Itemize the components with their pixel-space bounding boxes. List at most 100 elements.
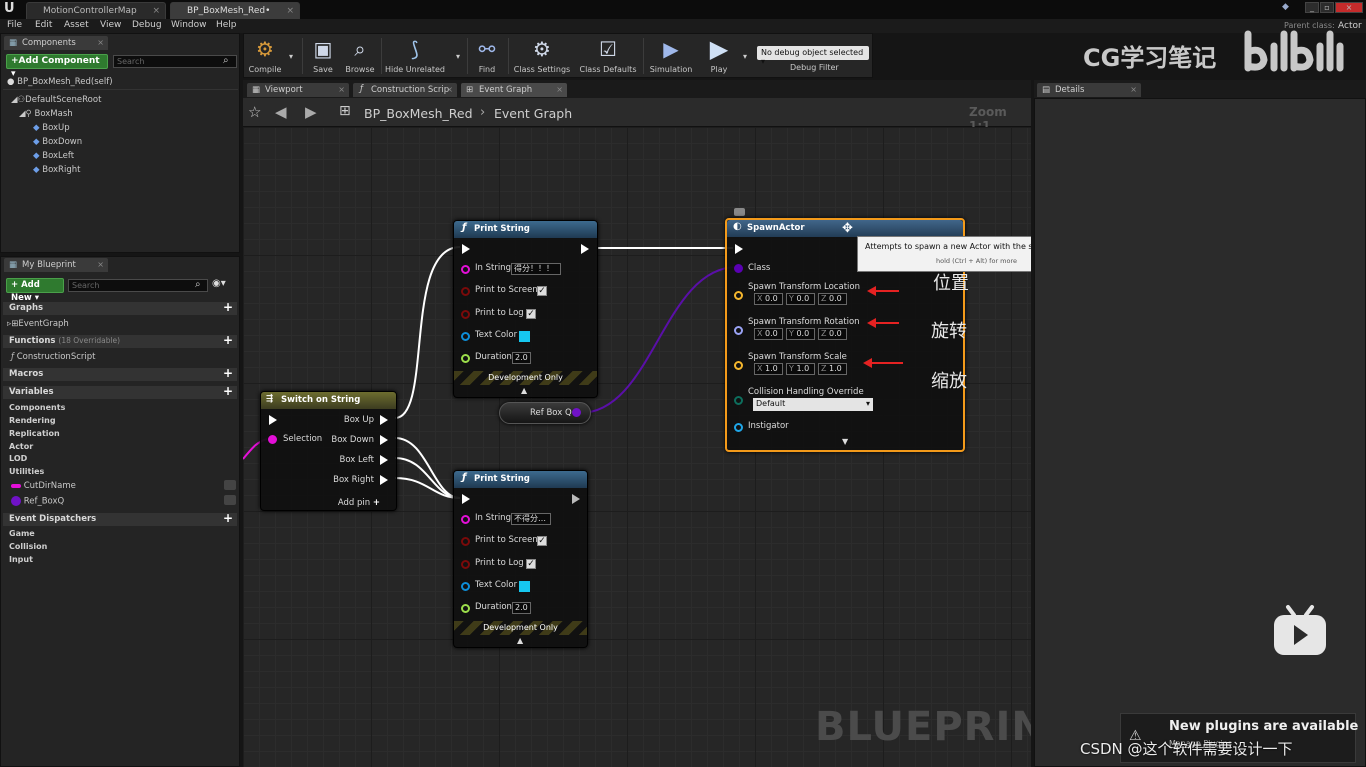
menu-window[interactable]: Window: [171, 20, 207, 30]
location-x-field[interactable]: X 0.0: [754, 293, 783, 305]
variable-visibility-icon[interactable]: [224, 480, 236, 490]
variable-cutdirname[interactable]: CutDirName: [11, 481, 76, 491]
close-icon[interactable]: ×: [97, 38, 104, 47]
scale-x-field[interactable]: X 1.0: [754, 363, 783, 375]
close-icon[interactable]: ×: [286, 6, 294, 16]
details-tab[interactable]: ▤ Details ×: [1037, 83, 1141, 97]
doc-tab-bp-boxmesh-red[interactable]: BP_BoxMesh_Red• ×: [170, 2, 300, 19]
favorite-star-icon[interactable]: ☆: [248, 103, 261, 121]
print-string-node-1[interactable]: ƒ Print String In String 得分！！！ Print to S…: [453, 220, 598, 398]
menu-view[interactable]: View: [100, 20, 121, 30]
play-options-dropdown[interactable]: ▾: [743, 52, 747, 61]
add-macro-plus-icon[interactable]: +: [223, 367, 233, 379]
add-graph-plus-icon[interactable]: +: [223, 301, 233, 313]
forward-arrow-icon[interactable]: ▶: [305, 103, 317, 121]
var-cat-utilities[interactable]: Utilities: [9, 467, 44, 476]
minimize-button[interactable]: _: [1305, 2, 1319, 13]
exec-out-pin[interactable]: [581, 244, 589, 254]
add-function-plus-icon[interactable]: +: [223, 334, 233, 346]
component-self-item[interactable]: ● BP_BoxMesh_Red(self): [7, 77, 113, 87]
close-icon[interactable]: ×: [1130, 85, 1137, 94]
var-cat-lod[interactable]: LOD: [9, 454, 27, 463]
scale-z-field[interactable]: Z 1.0: [818, 363, 847, 375]
hide-unrelated-button[interactable]: ⟆ Hide Unrelated: [384, 36, 446, 76]
exec-in-pin[interactable]: [735, 244, 743, 254]
variables-category[interactable]: Variables +: [3, 385, 237, 399]
dispatcher-cat-collision[interactable]: Collision: [9, 542, 47, 551]
menu-edit[interactable]: Edit: [35, 20, 52, 30]
tab-event-graph[interactable]: ⊞ Event Graph ×: [461, 83, 567, 97]
text-color-pin[interactable]: [461, 332, 470, 341]
close-icon[interactable]: ×: [446, 85, 453, 94]
comment-bubble-icon[interactable]: [734, 208, 745, 216]
compile-button[interactable]: ⚙ Compile: [245, 36, 285, 76]
case-box-left-pin[interactable]: [380, 455, 388, 465]
var-cat-rendering[interactable]: Rendering: [9, 416, 56, 425]
dispatcher-cat-game[interactable]: Game: [9, 529, 35, 538]
video-play-button[interactable]: [1272, 603, 1328, 655]
simulation-button[interactable]: ▶ Simulation: [647, 36, 695, 76]
ref-box-q-output-pin[interactable]: [572, 408, 581, 417]
tree-item-boxright[interactable]: ◆ BoxRight: [33, 165, 80, 175]
menu-asset[interactable]: Asset: [64, 20, 89, 30]
maximize-button[interactable]: ▫: [1320, 2, 1334, 13]
variable-visibility-icon[interactable]: [224, 495, 236, 505]
print-to-screen-pin[interactable]: [461, 537, 470, 546]
hide-unrelated-dropdown[interactable]: ▾: [456, 52, 460, 61]
rotation-y-field[interactable]: Y 0.0: [786, 328, 815, 340]
collision-override-pin[interactable]: [734, 396, 743, 405]
class-pin[interactable]: [734, 264, 743, 273]
event-graph-canvas[interactable]: ⇶ Switch on String Selection Box Up Box D…: [243, 127, 1031, 767]
functions-category[interactable]: Functions (18 Overridable) +: [3, 334, 237, 348]
close-icon[interactable]: ×: [556, 85, 563, 94]
event-graph-item[interactable]: ▹⊞EventGraph: [7, 319, 69, 329]
case-box-right-pin[interactable]: [380, 475, 388, 485]
var-cat-components[interactable]: Components: [9, 403, 65, 412]
selection-pin[interactable]: [268, 435, 277, 444]
event-dispatchers-category[interactable]: Event Dispatchers +: [3, 512, 237, 526]
case-box-down-pin[interactable]: [380, 435, 388, 445]
construction-script-item[interactable]: ƒ ConstructionScript: [11, 352, 95, 362]
tree-item-defaultsceneroot[interactable]: ◢⚇DefaultSceneRoot: [11, 95, 101, 105]
var-cat-actor[interactable]: Actor: [9, 442, 33, 451]
components-tab[interactable]: ▦ Components ×: [4, 36, 108, 50]
print-to-log-pin[interactable]: [461, 560, 470, 569]
tab-construction-script[interactable]: ƒ Construction Scrip ×: [353, 83, 457, 97]
close-window-button[interactable]: ×: [1335, 2, 1363, 13]
text-color-swatch[interactable]: [519, 581, 530, 592]
class-settings-button[interactable]: ⚙ Class Settings: [511, 36, 573, 76]
find-button[interactable]: ⚯ Find: [470, 36, 504, 76]
tab-viewport[interactable]: ▦ Viewport ×: [247, 83, 349, 97]
in-string-pin[interactable]: [461, 265, 470, 274]
spawn-location-pin[interactable]: [734, 291, 743, 300]
in-string-value[interactable]: 得分！！！: [511, 263, 561, 275]
variable-ref-boxq[interactable]: Ref_BoxQ: [11, 496, 64, 507]
print-to-screen-checkbox[interactable]: ✓: [537, 286, 547, 296]
print-to-screen-pin[interactable]: [461, 287, 470, 296]
exec-in-pin[interactable]: [269, 415, 277, 425]
print-to-log-pin[interactable]: [461, 310, 470, 319]
play-button[interactable]: ▶ Play: [700, 36, 738, 76]
menu-debug[interactable]: Debug: [132, 20, 162, 30]
doc-tab-motioncontrollermap[interactable]: MotionControllerMap ×: [26, 2, 166, 19]
text-color-pin[interactable]: [461, 582, 470, 591]
add-pin-button[interactable]: Add pin +: [338, 498, 380, 508]
switch-on-string-node[interactable]: ⇶ Switch on String Selection Box Up Box D…: [260, 391, 397, 511]
blueprint-search-input[interactable]: Search: [68, 279, 208, 292]
tree-item-boxmash[interactable]: ◢⚲ BoxMash: [19, 109, 73, 119]
components-search-input[interactable]: Search: [113, 55, 237, 68]
close-icon[interactable]: ×: [338, 85, 345, 94]
close-icon[interactable]: ×: [97, 260, 104, 269]
class-defaults-button[interactable]: ☑ Class Defaults: [577, 36, 639, 76]
browse-button[interactable]: ⌕ Browse: [342, 36, 378, 76]
add-component-button[interactable]: +Add Component ▾: [6, 54, 108, 79]
instigator-pin[interactable]: [734, 423, 743, 432]
notification-icon[interactable]: ◆: [1282, 2, 1289, 12]
tree-item-boxdown[interactable]: ◆ BoxDown: [33, 137, 82, 147]
var-cat-replication[interactable]: Replication: [9, 429, 60, 438]
macros-category[interactable]: Macros +: [3, 367, 237, 381]
my-blueprint-tab[interactable]: ▦ My Blueprint ×: [4, 258, 108, 272]
print-string-node-2[interactable]: ƒ Print String In String 不得分… Print to Sc…: [453, 470, 588, 648]
add-new-button[interactable]: + Add New ▾: [6, 278, 64, 303]
location-y-field[interactable]: Y 0.0: [786, 293, 815, 305]
